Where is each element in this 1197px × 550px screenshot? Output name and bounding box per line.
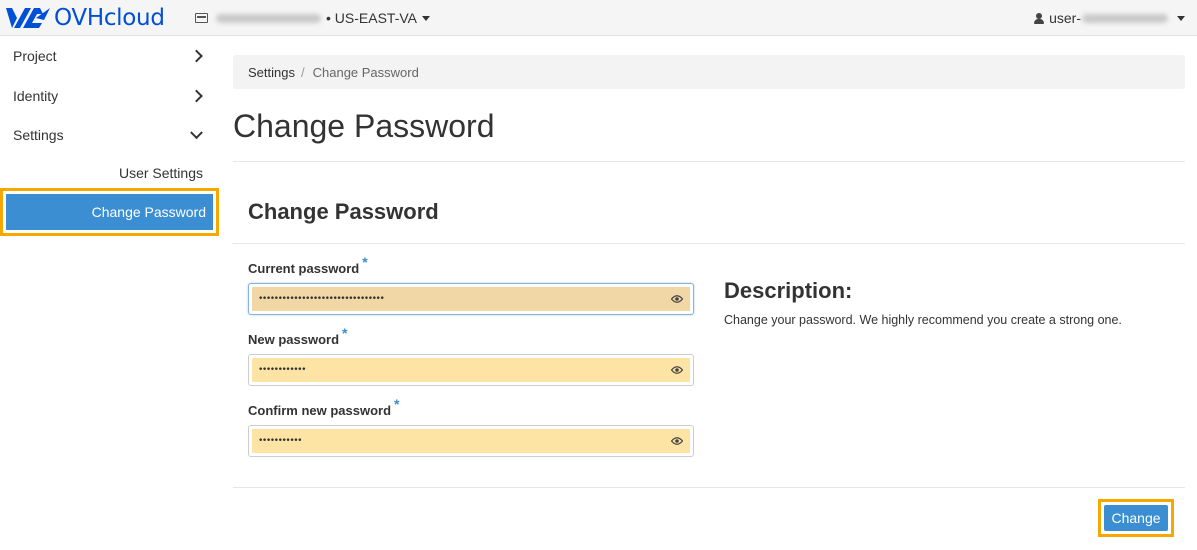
sidebar-item-label: Change Password <box>91 204 206 220</box>
ovhcloud-logo[interactable]: OVHcloud <box>6 4 165 32</box>
form-title: Change Password <box>248 199 439 224</box>
new-password-field[interactable] <box>248 354 694 386</box>
form-footer-divider <box>233 487 1185 488</box>
sidebar-item-user-settings[interactable]: User Settings <box>0 155 216 191</box>
sidebar-item-change-password[interactable]: Change Password <box>0 188 219 236</box>
sidebar-item-active: Change Password <box>6 194 213 230</box>
sidebar-item-label: User Settings <box>118 165 203 181</box>
caret-down-icon <box>422 15 430 21</box>
region-label: • US-EAST-VA <box>326 10 417 26</box>
chevron-down-icon <box>190 125 203 139</box>
confirm-password-input[interactable] <box>258 436 658 446</box>
eye-icon[interactable] <box>671 366 683 374</box>
description-title: Description: <box>724 278 853 303</box>
eye-icon[interactable] <box>671 295 683 303</box>
page-title: Change Password <box>233 108 495 144</box>
current-password-input[interactable] <box>258 294 658 304</box>
change-button[interactable]: Change <box>1104 505 1168 531</box>
required-mark: * <box>362 254 368 270</box>
chevron-right-icon <box>190 49 203 62</box>
breadcrumb: Settings / Change Password <box>233 55 1185 89</box>
confirm-password-label: Confirm new password * <box>248 396 399 418</box>
field-autofill <box>252 287 690 311</box>
project-id-redacted <box>216 13 321 23</box>
sidebar-item-label: Identity <box>13 87 59 104</box>
field-label-text: Current password <box>248 261 360 276</box>
server-icon <box>195 13 208 23</box>
eye-icon[interactable] <box>671 437 683 445</box>
form-header-divider <box>233 243 1185 244</box>
new-password-input[interactable] <box>258 365 658 375</box>
project-selector[interactable]: • US-EAST-VA <box>195 0 430 36</box>
field-autofill <box>252 358 690 382</box>
sidebar: Project Identity Settings User Settings … <box>0 36 219 550</box>
user-name-redacted <box>1082 13 1168 23</box>
new-password-label: New password * <box>248 325 347 347</box>
breadcrumb-current: Change Password <box>312 64 419 80</box>
field-autofill <box>252 429 690 453</box>
user-name-prefix: user- <box>1049 10 1081 26</box>
required-mark: * <box>394 396 400 412</box>
current-password-field[interactable] <box>248 283 694 315</box>
sidebar-item-settings[interactable]: Settings <box>0 115 216 154</box>
change-button-highlight: Change <box>1098 499 1174 537</box>
sidebar-item-identity[interactable]: Identity <box>0 76 216 115</box>
top-navbar: OVHcloud • US-EAST-VA user- <box>0 0 1197 36</box>
field-label-text: Confirm new password <box>248 403 392 418</box>
sidebar-item-label: Settings <box>13 126 64 143</box>
description-text: Change your password. We highly recommen… <box>724 313 1122 327</box>
brand-name: OVHcloud <box>54 5 165 31</box>
sidebar-item-label: Project <box>13 47 57 64</box>
caret-down-icon <box>1177 15 1185 21</box>
title-divider <box>233 161 1185 162</box>
user-icon <box>1034 12 1045 24</box>
ovhcloud-logo-icon <box>6 8 50 28</box>
sidebar-item-project[interactable]: Project <box>0 36 216 75</box>
chevron-right-icon <box>190 89 203 102</box>
user-menu[interactable]: user- <box>1034 0 1185 36</box>
confirm-password-field[interactable] <box>248 425 694 457</box>
breadcrumb-separator: / <box>300 64 305 80</box>
current-password-label: Current password * <box>248 254 368 276</box>
required-mark: * <box>342 325 348 341</box>
breadcrumb-settings[interactable]: Settings <box>248 65 295 80</box>
field-label-text: New password <box>248 332 340 347</box>
